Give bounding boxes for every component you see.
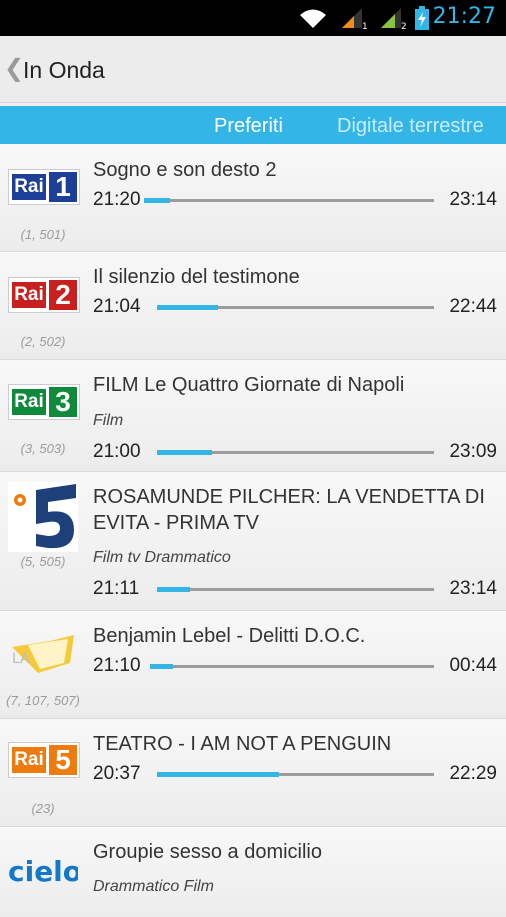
action-bar: ❮ In Onda (0, 36, 506, 103)
channel-numbers: (5, 505) (20, 554, 66, 569)
program-list: Rai 1 (1, 501) Sogno e son desto 2 21:20… (0, 144, 506, 917)
program-genre: Film (93, 412, 124, 429)
progress-fill (150, 664, 173, 669)
svg-text:1: 1 (362, 22, 368, 30)
program-title: FILM Le Quattro Giornate di Napoli (93, 374, 405, 396)
progress-fill (144, 198, 171, 203)
program-title: ROSAMUNDE PILCHER: LA VENDETTA DI EVITA … (93, 486, 485, 534)
program-row[interactable]: Rai 1 (1, 501) Sogno e son desto 2 21:20… (0, 144, 506, 252)
start-time: 21:00 (93, 441, 141, 462)
canale-5-logo (8, 482, 78, 552)
program-row[interactable]: LA (7, 107, 507) Benjamin Lebel - Delitt… (0, 611, 506, 719)
end-time: 22:29 (449, 763, 497, 784)
start-time: 21:11 (93, 578, 140, 599)
program-title: Il silenzio del testimone (93, 266, 300, 288)
signal-sim2-icon: 2 (381, 8, 407, 30)
program-title: Groupie sesso a domicilio (93, 841, 322, 863)
progress-bar (150, 664, 434, 669)
tab-strip: Preferiti Digitale terrestre (0, 106, 506, 144)
svg-text:cielo: cielo (8, 857, 78, 887)
signal-sim1-icon: 1 (342, 8, 368, 30)
end-time: 00:44 (449, 655, 497, 676)
chevron-left-icon[interactable]: ❮ (4, 54, 24, 83)
progress-fill (157, 587, 191, 592)
progress-bar (144, 198, 434, 203)
start-time: 20:37 (93, 763, 141, 784)
rai-3-logo: Rai 3 (8, 384, 80, 424)
status-time: 21:27 (432, 4, 496, 29)
battery-charging-icon (415, 6, 429, 30)
program-genre: Drammatico Film (93, 878, 214, 895)
program-genre: Film tv Drammatico (93, 549, 231, 566)
start-time: 21:10 (93, 655, 141, 676)
end-time: 23:14 (449, 578, 497, 599)
program-title: TEATRO - I AM NOT A PENGUIN (93, 733, 392, 755)
cielo-logo: cielo (8, 855, 82, 897)
progress-fill (157, 305, 218, 310)
progress-bar (157, 587, 434, 592)
channel-numbers: (2, 502) (20, 334, 66, 349)
la7-logo: LA (8, 633, 78, 677)
channel-numbers: (23) (31, 801, 55, 816)
channel-numbers: (1, 501) (20, 227, 66, 242)
svg-text:2: 2 (401, 22, 407, 30)
tab-preferiti[interactable]: Preferiti (214, 115, 283, 138)
end-time: 22:44 (449, 296, 497, 317)
program-row[interactable]: (5, 505) ROSAMUNDE PILCHER: LA VENDETTA … (0, 472, 506, 611)
status-bar: 1 2 21:27 (0, 0, 506, 36)
wifi-icon (300, 9, 326, 28)
end-time: 23:14 (449, 189, 497, 210)
program-row[interactable]: Rai 2 (2, 502) Il silenzio del testimone… (0, 252, 506, 360)
svg-text:LA: LA (12, 651, 30, 667)
program-row[interactable]: cielo Groupie sesso a domicilio Drammati… (0, 827, 506, 917)
program-row[interactable]: Rai 3 (3, 503) FILM Le Quattro Giornate … (0, 360, 506, 472)
progress-fill (157, 772, 279, 777)
rai-2-logo: Rai 2 (8, 277, 80, 317)
progress-fill (157, 450, 213, 455)
rai-5-logo: Rai 5 (8, 742, 80, 782)
page-title[interactable]: In Onda (23, 57, 105, 84)
rai-1-logo: Rai 1 (8, 169, 80, 209)
tab-digitale-terrestre[interactable]: Digitale terrestre (337, 115, 484, 138)
end-time: 23:09 (449, 441, 497, 462)
program-title: Sogno e son desto 2 (93, 159, 277, 181)
program-row[interactable]: Rai 5 (23) TEATRO - I AM NOT A PENGUIN 2… (0, 719, 506, 827)
program-title: Benjamin Lebel - Delitti D.O.C. (93, 625, 366, 647)
progress-bar (157, 305, 434, 310)
start-time: 21:04 (93, 296, 141, 317)
channel-numbers: (7, 107, 507) (6, 693, 80, 708)
start-time: 21:20 (93, 189, 141, 210)
channel-numbers: (3, 503) (20, 441, 66, 456)
progress-bar (157, 772, 434, 777)
progress-bar (157, 450, 434, 455)
